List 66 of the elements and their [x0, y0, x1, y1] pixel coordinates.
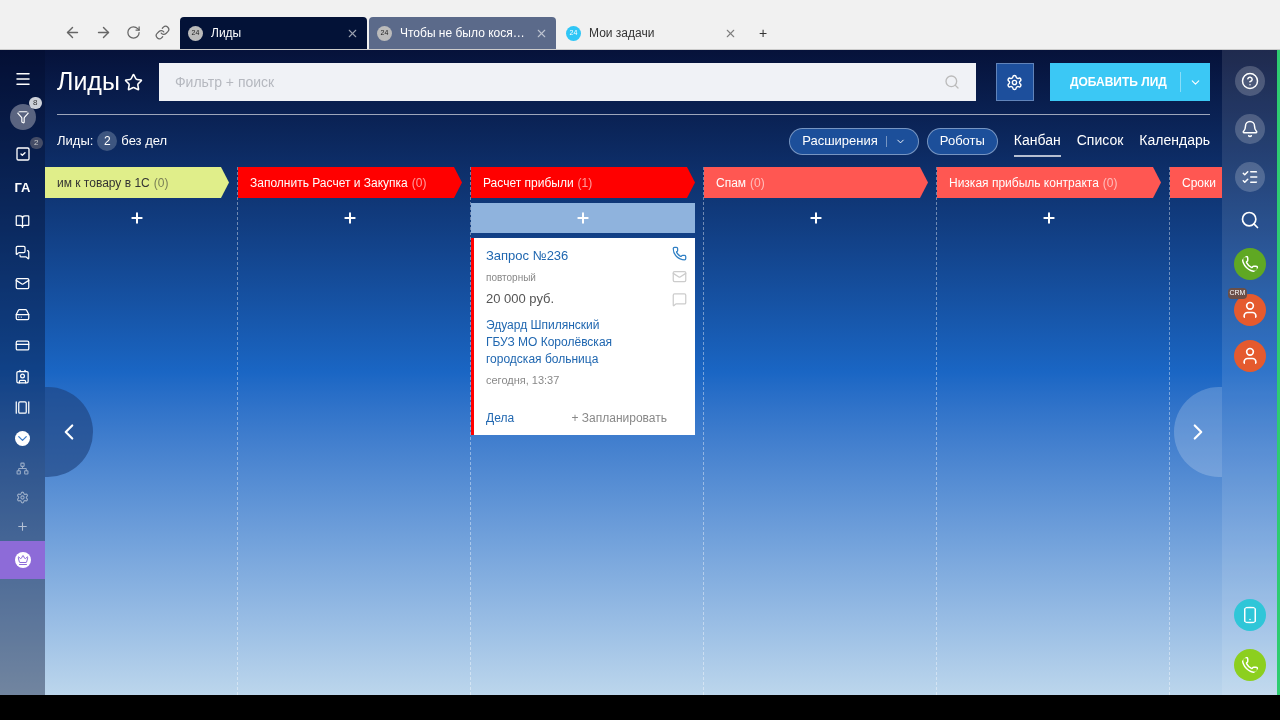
- help-icon[interactable]: [1234, 66, 1265, 96]
- search-input[interactable]: Фильтр + поиск: [174, 71, 944, 93]
- user-icon[interactable]: [1233, 294, 1266, 326]
- tab-title: Мои задачи: [589, 25, 656, 42]
- column-header: Низкая прибыль контракта (0): [937, 167, 1161, 198]
- book-icon[interactable]: [15, 213, 30, 229]
- star-icon[interactable]: [123, 72, 143, 92]
- counter-badge: 8: [29, 97, 42, 109]
- card-contact[interactable]: Эдуард Шпилянский: [486, 316, 683, 334]
- link-icon[interactable]: [155, 24, 170, 40]
- crown-icon[interactable]: [14, 551, 31, 568]
- gallery-icon[interactable]: [15, 399, 30, 415]
- search-field[interactable]: Фильтр + поиск: [158, 63, 976, 101]
- activities-link[interactable]: Дела: [486, 408, 515, 427]
- card-time: сегодня, 13:37: [486, 373, 561, 388]
- column-header: Спам (0): [704, 167, 928, 198]
- tasks-icon[interactable]: [14, 146, 31, 162]
- mail-icon: [672, 269, 687, 284]
- counter-badge[interactable]: 2: [97, 131, 118, 151]
- chat-icon: [672, 292, 687, 307]
- lead-card[interactable]: Запрос №236 повторный 20 000 руб. Эдуард Шпилянский ГБУЗ МО Королёвская городская больница сегодня, 13:37 Дела + Запланировать: [471, 238, 695, 435]
- settings-button[interactable]: [995, 63, 1034, 101]
- view-tab[interactable]: Календарь: [1139, 125, 1210, 157]
- column-header: Сроки: [1170, 167, 1222, 198]
- filter-icon[interactable]: [9, 104, 36, 130]
- column-header: Заполнить Расчет и Закупка (0): [238, 167, 462, 198]
- counter-label: Лиды:: [57, 132, 94, 151]
- mail-icon[interactable]: [15, 275, 30, 291]
- robots-button[interactable]: Роботы: [926, 127, 998, 155]
- view-tab[interactable]: Список: [1076, 125, 1124, 157]
- user-icon[interactable]: [1233, 340, 1266, 372]
- contact-icon[interactable]: [15, 368, 30, 384]
- plus-icon: [1041, 210, 1057, 226]
- more-icon[interactable]: [15, 430, 30, 446]
- plus-icon: [129, 210, 145, 226]
- drive-icon[interactable]: [15, 306, 30, 322]
- card-price: 20 000 руб.: [486, 289, 556, 308]
- reload-icon[interactable]: [126, 24, 141, 40]
- counter-badge: 2: [30, 137, 43, 149]
- page-title: Лиды: [57, 66, 120, 98]
- tab-title: Чтобы не было кося…: [400, 25, 526, 42]
- search-icon[interactable]: [1239, 210, 1260, 230]
- plus-icon: [808, 210, 824, 226]
- column-header: Расчет прибыли (1): [471, 167, 695, 198]
- card-subtitle: повторный: [486, 270, 537, 285]
- gear-icon: [1006, 73, 1024, 91]
- extensions-button[interactable]: Расширения: [789, 127, 919, 155]
- column-header: им к товару в 1С (0): [45, 167, 229, 198]
- plan-link[interactable]: + Запланировать: [571, 408, 667, 427]
- card-title[interactable]: Запрос №236: [486, 246, 683, 266]
- plus-icon: [575, 210, 591, 226]
- plus-icon: [342, 210, 358, 226]
- phone-icon: [672, 246, 687, 261]
- menu-icon[interactable]: [13, 70, 32, 88]
- counter-suffix: без дел: [121, 132, 168, 151]
- sidebar-label[interactable]: ГА: [14, 178, 31, 198]
- bell-icon[interactable]: [1234, 114, 1265, 144]
- plus-icon[interactable]: [16, 519, 29, 533]
- new-tab-button[interactable]: +: [747, 17, 780, 49]
- card-company[interactable]: ГБУЗ МО Королёвская городская больница: [486, 334, 683, 368]
- phone-icon[interactable]: [1233, 248, 1266, 280]
- list-icon[interactable]: [1234, 162, 1265, 192]
- tab-title: Лиды: [211, 25, 243, 42]
- chat-icon[interactable]: [15, 244, 30, 260]
- view-tab[interactable]: Канбан: [1013, 125, 1061, 157]
- card-icon[interactable]: [15, 337, 30, 353]
